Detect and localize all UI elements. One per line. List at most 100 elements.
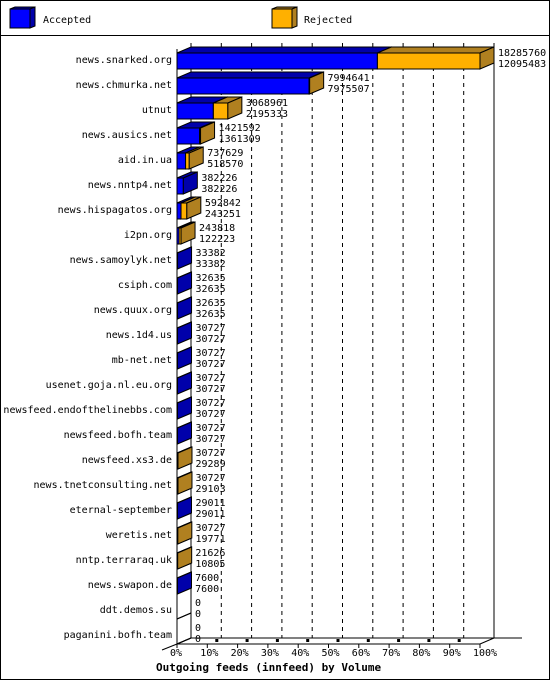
x-tick-mark — [245, 639, 249, 642]
bar-accepted — [176, 171, 198, 195]
bar-accepted — [176, 371, 193, 395]
value-label-accepted: 2195333 — [246, 109, 288, 120]
bar-accepted-side — [177, 321, 193, 345]
value-label-accepted: 518570 — [207, 159, 243, 170]
chart-canvas: Accepted Rejected news.snarked.org news.c… — [3, 6, 546, 674]
value-label-accepted: 33382 — [196, 259, 226, 270]
x-tick-label: 90% — [443, 648, 461, 659]
value-label-offered: 1421592 — [219, 123, 261, 134]
x-tick-mark — [457, 639, 461, 642]
bar-accepted-front — [176, 127, 201, 145]
bar-rejected — [178, 221, 196, 245]
bar-accepted — [176, 346, 193, 370]
bar-accepted-side — [177, 396, 193, 420]
bar-rejected-front — [185, 152, 190, 170]
value-label-offered: 3068961 — [246, 98, 288, 109]
value-label-offered: 0 — [195, 598, 201, 609]
bar-accepted-side — [177, 421, 193, 445]
bar-rejected-side — [177, 546, 193, 570]
category-label: aid.in.ua — [118, 155, 172, 166]
value-label-offered: 243818 — [199, 223, 235, 234]
value-label-accepted: 122223 — [199, 234, 235, 245]
category-label: news.chmurka.net — [76, 80, 172, 91]
x-tick-mark — [427, 639, 431, 642]
category-label: eternal-september — [70, 505, 172, 516]
x-tick-mark — [306, 639, 310, 642]
bar-accepted-side — [177, 496, 192, 520]
bar-accepted-side — [177, 296, 193, 320]
bar-empty — [176, 612, 192, 620]
value-label-accepted: 30727 — [196, 409, 226, 420]
category-label: newsfeed.bofh.team — [64, 430, 172, 441]
bar-accepted — [176, 71, 324, 95]
category-label: news.samoylyk.net — [70, 255, 172, 266]
x-ticks: 0% 10% 20% 30% 40% 50% 60% 70% 80% 90% 100% — [170, 639, 497, 659]
bar-rejected-front — [212, 102, 229, 120]
value-label-offered: 30727 — [196, 448, 226, 459]
value-label-offered: 30727 — [196, 373, 226, 384]
bar-rejected — [176, 521, 193, 545]
bar-accepted-side — [177, 346, 193, 370]
x-tick-mark — [366, 639, 370, 642]
legend-accepted-swatch-icon — [9, 6, 36, 29]
value-label-offered: 29011 — [195, 498, 225, 509]
bar-rejected-front — [180, 202, 188, 220]
value-label-accepted: 7600 — [195, 584, 219, 595]
x-tick-label: 40% — [291, 648, 309, 659]
category-label: news.nntp4.net — [88, 180, 172, 191]
bar-accepted — [176, 321, 193, 345]
bar-accepted-front — [176, 77, 310, 95]
value-label-accepted: 29011 — [195, 509, 225, 520]
bar-accepted-front — [176, 202, 182, 220]
x-tick-label: 100% — [473, 648, 497, 659]
category-label: news.swapon.de — [88, 580, 172, 591]
value-labels: 1828576012095483 79946417975507 3068961219… — [195, 48, 546, 645]
x-tick-label: 50% — [322, 648, 340, 659]
bar-accepted — [176, 271, 193, 295]
category-label: news.ausics.net — [82, 130, 172, 141]
x-tick-mark — [215, 639, 219, 642]
category-label: usenet.goja.nl.eu.org — [46, 380, 172, 391]
value-label-accepted: 30727 — [196, 434, 226, 445]
category-label: nntp.terraraq.uk — [76, 555, 172, 566]
value-label-offered: 7600 — [195, 573, 219, 584]
category-label: news.quux.org — [94, 305, 172, 316]
category-label: i2pn.org — [124, 230, 172, 241]
x-tick-label: 80% — [412, 648, 430, 659]
value-label-offered: 7994641 — [327, 73, 369, 84]
value-label-offered: 33382 — [196, 248, 226, 259]
x-tick-mark — [275, 639, 279, 642]
bar-accepted-front — [176, 152, 187, 170]
x-tick-label: 30% — [261, 648, 279, 659]
bar-accepted — [176, 421, 193, 445]
value-label-offered: 30727 — [196, 348, 226, 359]
bar-accepted-side — [177, 371, 193, 395]
value-label-accepted: 0 — [195, 609, 201, 620]
chart-title: Outgoing feeds (innfeed) by Volume — [156, 661, 382, 674]
value-label-accepted: 30727 — [196, 384, 226, 395]
category-label: newsfeed.xs3.de — [82, 455, 172, 466]
value-label-accepted: 29103 — [196, 484, 226, 495]
x-tick-label: 20% — [231, 648, 249, 659]
x-tick-mark — [397, 639, 401, 642]
value-label-offered: 30727 — [196, 473, 226, 484]
value-label-offered: 21626 — [195, 548, 225, 559]
legend-rejected-label: Rejected — [304, 15, 352, 26]
value-label-offered: 18285760 — [498, 48, 546, 59]
value-label-offered: 30727 — [196, 423, 226, 434]
bar-accepted-top — [176, 71, 324, 79]
category-label: newsfeed.endofthelinebbs.com — [3, 405, 172, 416]
bar-rejected-side — [177, 521, 193, 545]
bar-rejected-side — [177, 446, 193, 470]
bar-accepted-front — [176, 52, 378, 70]
value-label-accepted: 30727 — [196, 334, 226, 345]
value-label-accepted: 32635 — [196, 284, 226, 295]
bar-rejected-front — [376, 52, 481, 70]
category-label: news.tnetconsulting.net — [34, 480, 172, 491]
value-label-accepted: 0 — [195, 634, 201, 645]
category-label: news.1d4.us — [106, 330, 172, 341]
x-tick-mark — [336, 639, 340, 642]
bar-accepted — [176, 571, 192, 595]
value-label-offered: 32635 — [196, 273, 226, 284]
category-label: utnut — [142, 105, 172, 116]
